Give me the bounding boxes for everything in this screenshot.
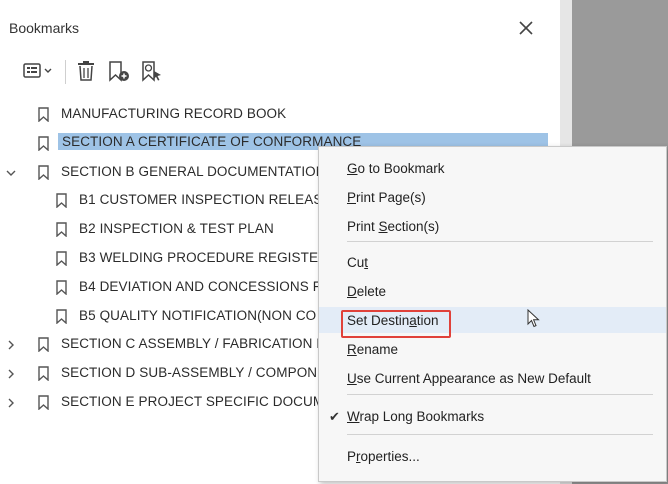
bookmark-label: SECTION B GENERAL DOCUMENTATION: [61, 163, 326, 179]
delete-bookmark-button[interactable]: [74, 58, 98, 84]
menu-item-cut[interactable]: Cut: [319, 249, 666, 275]
bookmark-icon: [38, 136, 49, 152]
bookmark-icon: [38, 107, 49, 123]
menu-item-label: Print Section(s): [347, 219, 440, 234]
menu-item-set-destination[interactable]: Set Destination: [319, 307, 666, 338]
menu-item-go-to-bookmark[interactable]: Go to Bookmark: [319, 155, 666, 181]
menu-item-use-current-appearance-as-new-default[interactable]: Use Current Appearance as New Default: [319, 365, 666, 391]
bookmark-icon: [38, 395, 49, 411]
menu-item-rename[interactable]: Rename: [319, 336, 666, 362]
bookmark-icon: [38, 366, 49, 382]
bookmark-label: B3 WELDING PROCEDURE REGISTER: [79, 250, 328, 265]
new-bookmark-button[interactable]: [106, 58, 132, 84]
menu-item-label: Delete: [347, 284, 387, 299]
menu-item-label: Cut: [347, 255, 369, 270]
chevron-right-icon[interactable]: [5, 367, 17, 379]
toolbar-separator: [65, 60, 66, 84]
bookmark-label: B1 CUSTOMER INSPECTION RELEASE: [79, 192, 332, 208]
menu-item-label: Set Destination: [347, 313, 439, 328]
panel-title: Bookmarks: [9, 20, 80, 36]
bookmark-icon: [38, 164, 49, 181]
menu-item-label: Rename: [347, 342, 399, 357]
menu-item-print-page-s[interactable]: Print Page(s): [319, 184, 666, 210]
bookmark-item[interactable]: MANUFACTURING RECORD BOOK: [0, 100, 560, 128]
menu-item-delete[interactable]: Delete: [319, 278, 666, 304]
menu-item-label: Properties...: [347, 449, 420, 464]
context-menu: Go to Bookmark Print Page(s) Print Section…: [318, 146, 667, 482]
menu-separator: [347, 434, 653, 435]
chevron-down-icon[interactable]: [5, 166, 17, 178]
bookmark-icon: [56, 222, 67, 238]
menu-item-label: Wrap Long Bookmarks: [347, 409, 485, 424]
bookmark-label: SECTION C ASSEMBLY / FABRICATION F: [61, 336, 325, 352]
bookmark-icon: [38, 337, 49, 353]
bookmark-label: B4 DEVIATION AND CONCESSIONS F: [79, 278, 322, 294]
bookmark-label: B2 INSPECTION & TEST PLAN: [79, 221, 274, 237]
bookmark-label: MANUFACTURING RECORD BOOK: [61, 106, 287, 121]
menu-item-label: Go to Bookmark: [347, 161, 445, 176]
bookmark-icon: [56, 251, 67, 267]
find-current-bookmark-icon: [142, 61, 161, 82]
bookmark-icon: [56, 193, 67, 209]
bookmark-icon: [56, 308, 67, 325]
menu-item-properties[interactable]: Properties...: [319, 443, 666, 469]
menu-item-label: Print Page(s): [347, 190, 426, 205]
chevron-right-icon[interactable]: [5, 338, 17, 350]
menu-separator: [347, 241, 653, 242]
trash-icon: [78, 61, 94, 81]
new-bookmark-icon: [109, 61, 129, 82]
bookmark-label: B5 QUALITY NOTIFICATION(NON CO: [79, 307, 317, 323]
bookmark-label: SECTION D SUB-ASSEMBLY / COMPON: [61, 365, 318, 381]
menu-item-wrap-long-bookmarks[interactable]: ✔ Wrap Long Bookmarks: [319, 403, 666, 429]
bookmark-options-button[interactable]: [22, 58, 56, 84]
bookmark-options-icon: [23, 63, 52, 78]
chevron-right-icon[interactable]: [5, 396, 17, 408]
menu-item-label: Use Current Appearance as New Default: [347, 371, 591, 386]
checkmark-icon: ✔: [329, 409, 340, 424]
menu-separator: [347, 394, 653, 395]
bookmark-label: SECTION E PROJECT SPECIFIC DOCUME: [61, 394, 334, 409]
menu-item-print-section-s[interactable]: Print Section(s): [319, 213, 666, 239]
find-bookmark-button[interactable]: [139, 58, 165, 84]
close-icon: [519, 21, 533, 35]
mouse-cursor-icon: [527, 308, 541, 334]
bookmark-icon: [56, 280, 67, 296]
close-panel-button[interactable]: [516, 18, 536, 38]
